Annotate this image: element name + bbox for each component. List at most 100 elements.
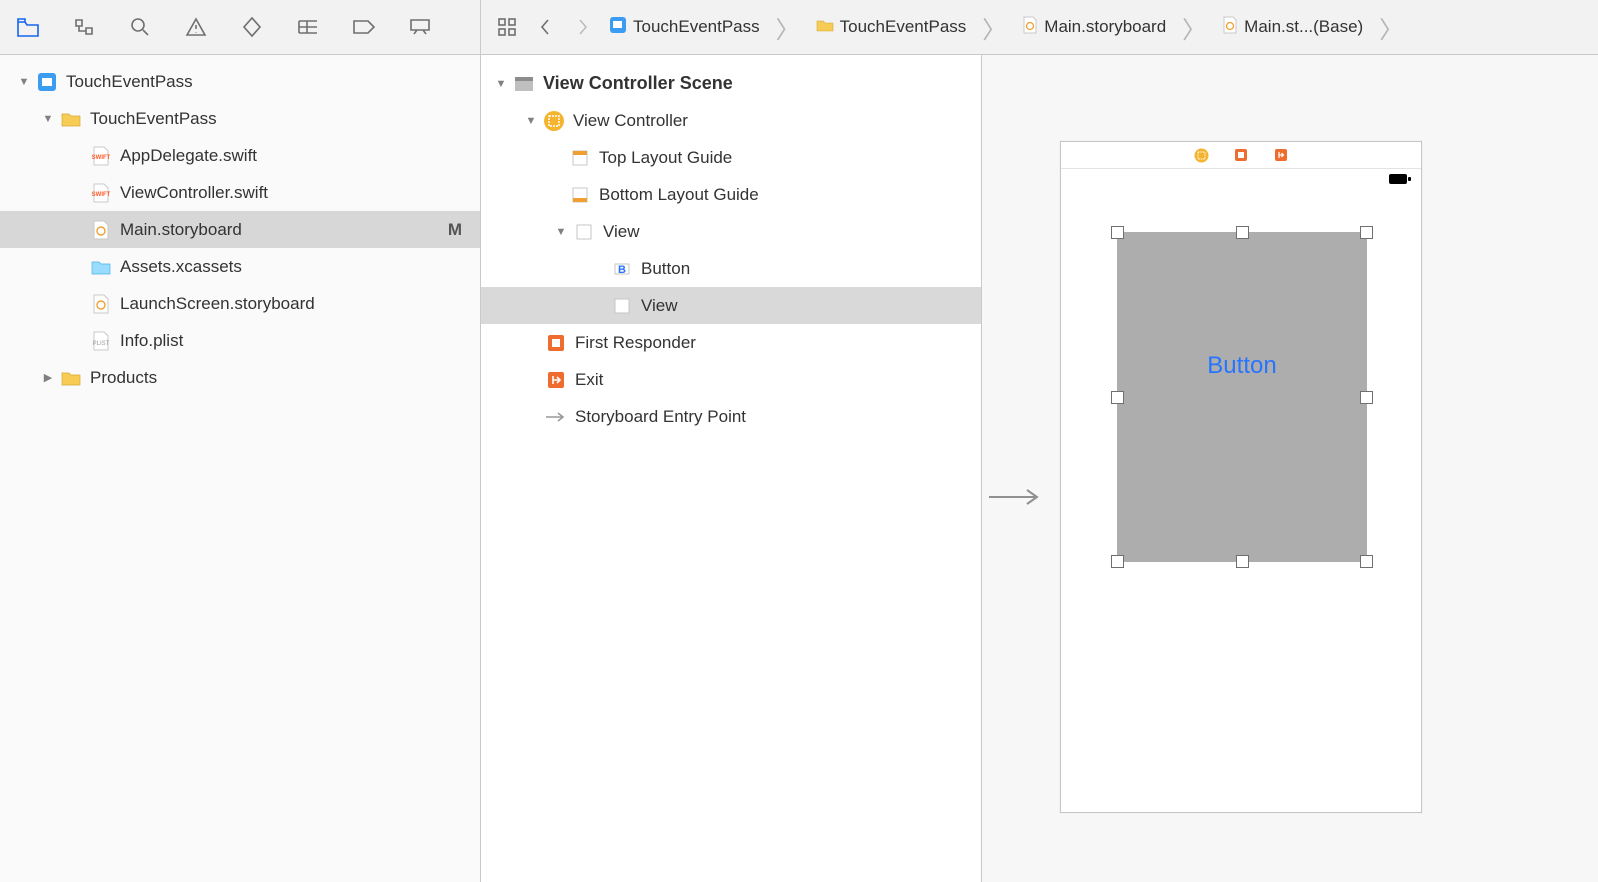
resize-handle-middle-right[interactable] [1360, 391, 1373, 404]
crumb-label: TouchEventPass [840, 17, 967, 37]
scm-status-modified: M [448, 220, 462, 240]
svg-text:SWIFT: SWIFT [92, 192, 110, 198]
swift-file-icon: SWIFT [90, 145, 112, 167]
navigator-find-icon[interactable] [124, 11, 156, 43]
file-name: Main.storyboard [120, 220, 242, 240]
selected-uiview[interactable]: Button [1117, 232, 1367, 562]
outline-first-responder[interactable]: First Responder [481, 324, 981, 361]
project-name: TouchEventPass [66, 72, 193, 92]
layout-guide-icon [569, 184, 591, 206]
group-folder[interactable]: ▼ TouchEventPass [0, 100, 480, 137]
view-controller-icon[interactable] [1193, 147, 1209, 163]
storyboard-editor: ▼ View Controller Scene ▼ View Controlle… [481, 55, 1598, 882]
first-responder-icon[interactable] [1233, 147, 1249, 163]
history-forward-icon[interactable] [567, 11, 599, 43]
scene-dock[interactable] [1061, 142, 1421, 169]
plist-file-icon: PLIST [90, 330, 112, 352]
outline-button[interactable]: B Button [481, 250, 981, 287]
file-main-storyboard[interactable]: ▼ Main.storyboard M [0, 211, 480, 248]
resize-handle-top-middle[interactable] [1236, 226, 1249, 239]
crumb-label: Main.storyboard [1044, 17, 1166, 37]
disclosure-triangle-icon[interactable]: ▼ [16, 76, 32, 88]
storyboard-canvas[interactable]: Button [982, 55, 1598, 882]
file-app-delegate[interactable]: ▼ SWIFT AppDelegate.swift [0, 137, 480, 174]
document-outline: ▼ View Controller Scene ▼ View Controlle… [481, 55, 982, 882]
folder-icon [60, 367, 82, 389]
uibutton-label[interactable]: Button [1117, 352, 1367, 380]
navigator-debug-icon[interactable] [292, 11, 324, 43]
outline-inner-view[interactable]: View [481, 287, 981, 324]
entry-point-arrow-icon[interactable] [987, 485, 1047, 509]
outline-bottom-layout-guide[interactable]: Bottom Layout Guide [481, 176, 981, 213]
related-items-icon[interactable] [491, 11, 523, 43]
first-responder-icon [545, 332, 567, 354]
navigator-breakpoint-icon[interactable] [348, 11, 380, 43]
crumb-group[interactable]: TouchEventPass [812, 15, 971, 39]
navigator-report-icon[interactable] [404, 11, 436, 43]
navigator-source-control-icon[interactable] [68, 11, 100, 43]
disclosure-triangle-icon[interactable]: ▶ [40, 371, 56, 384]
resize-handle-bottom-right[interactable] [1360, 555, 1373, 568]
resize-handle-middle-left[interactable] [1111, 391, 1124, 404]
navigator-issue-icon[interactable] [180, 11, 212, 43]
file-assets[interactable]: ▼ Assets.xcassets [0, 248, 480, 285]
outline-label: Exit [575, 370, 603, 390]
navigator-project-icon[interactable] [12, 11, 44, 43]
disclosure-triangle-icon[interactable]: ▼ [523, 115, 539, 127]
project-root[interactable]: ▼ TouchEventPass [0, 63, 480, 100]
outline-top-layout-guide[interactable]: Top Layout Guide [481, 139, 981, 176]
outline-entry-point[interactable]: Storyboard Entry Point [481, 398, 981, 435]
resize-handle-bottom-left[interactable] [1111, 555, 1124, 568]
file-name: Assets.xcassets [120, 257, 242, 277]
view-controller-scene-canvas[interactable]: Button [1060, 141, 1422, 813]
group-name: TouchEventPass [90, 109, 217, 129]
folder-icon [60, 108, 82, 130]
outline-label: Storyboard Entry Point [575, 407, 746, 427]
assets-catalog-icon [90, 256, 112, 278]
resize-handle-top-left[interactable] [1111, 226, 1124, 239]
svg-text:B: B [618, 264, 626, 276]
outline-label: View Controller [573, 111, 688, 131]
crumb-variant[interactable]: Main.st...(Base) [1218, 14, 1367, 41]
crumb-file[interactable]: Main.storyboard [1018, 14, 1170, 41]
svg-text:SWIFT: SWIFT [92, 155, 110, 161]
resize-handle-bottom-middle[interactable] [1236, 555, 1249, 568]
resize-handle-top-right[interactable] [1360, 226, 1373, 239]
exit-icon[interactable] [1273, 147, 1289, 163]
file-view-controller[interactable]: ▼ SWIFT ViewController.swift [0, 174, 480, 211]
history-back-icon[interactable] [529, 11, 561, 43]
layout-guide-icon [569, 147, 591, 169]
outline-label: View [603, 222, 640, 242]
crumb-label: TouchEventPass [633, 17, 760, 37]
breadcrumb-separator-icon: 〉 [1176, 10, 1212, 45]
jump-bar: TouchEventPass 〉 TouchEventPass 〉 Main.s… [481, 0, 1598, 55]
outline-label: Button [641, 259, 690, 279]
exit-icon [545, 369, 567, 391]
svg-text:PLIST: PLIST [93, 341, 110, 347]
crumb-project[interactable]: TouchEventPass [605, 14, 764, 41]
disclosure-triangle-icon[interactable]: ▼ [493, 78, 509, 90]
uibutton-icon: B [611, 258, 633, 280]
outline-root-view[interactable]: ▼ View [481, 213, 981, 250]
disclosure-triangle-icon[interactable]: ▼ [553, 226, 569, 238]
file-name: ViewController.swift [120, 183, 268, 203]
crumb-label: Main.st...(Base) [1244, 17, 1363, 37]
outline-view-controller[interactable]: ▼ View Controller [481, 102, 981, 139]
file-name: Info.plist [120, 331, 183, 351]
scene-header[interactable]: ▼ View Controller Scene [481, 65, 981, 102]
breadcrumb-separator-icon: 〉 [976, 10, 1012, 45]
breadcrumb-separator-icon: 〉 [1373, 10, 1409, 45]
file-launch-screen[interactable]: ▼ LaunchScreen.storyboard [0, 285, 480, 322]
outline-label: Top Layout Guide [599, 148, 732, 168]
group-products[interactable]: ▶ Products [0, 359, 480, 396]
file-info-plist[interactable]: ▼ PLIST Info.plist [0, 322, 480, 359]
scene-title: View Controller Scene [543, 73, 733, 94]
storyboard-file-icon [90, 219, 112, 241]
storyboard-file-icon [1222, 16, 1238, 39]
outline-exit[interactable]: Exit [481, 361, 981, 398]
disclosure-triangle-icon[interactable]: ▼ [40, 113, 56, 125]
storyboard-file-icon [90, 293, 112, 315]
navigator-test-icon[interactable] [236, 11, 268, 43]
project-navigator-panel: ▼ TouchEventPass ▼ TouchEventPass ▼ SWIF… [0, 0, 481, 882]
outline-label: First Responder [575, 333, 696, 353]
